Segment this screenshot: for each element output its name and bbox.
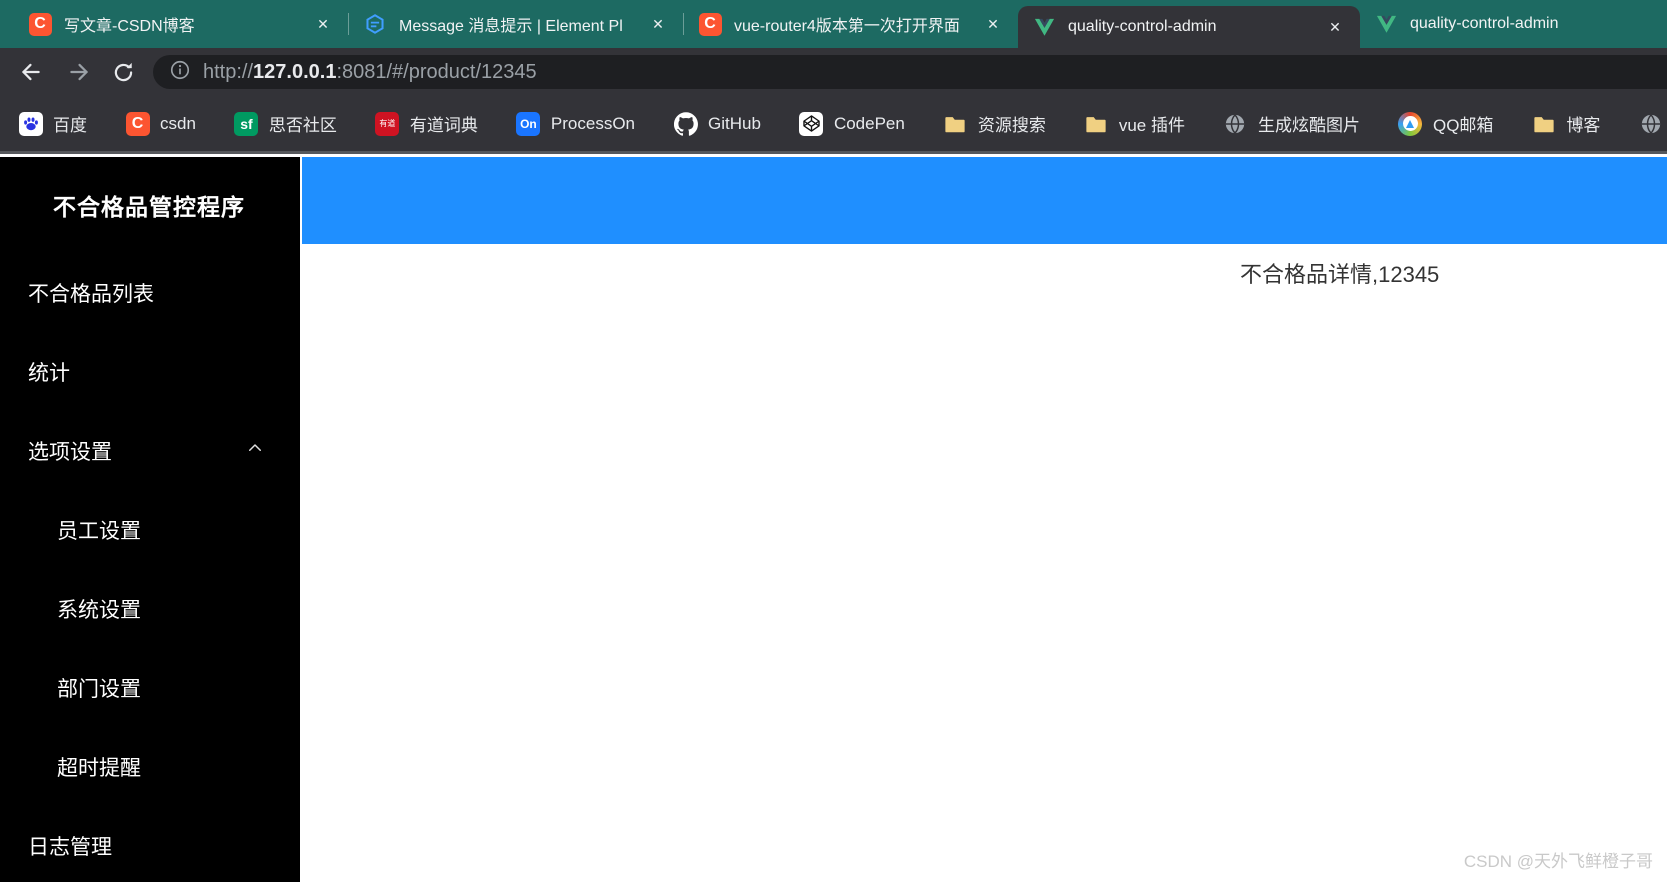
sidebar-item-system-settings[interactable]: 系统设置 [0, 569, 300, 648]
sidebar-item-label: 系统设置 [57, 598, 141, 622]
tab-csdn-editor[interactable]: C 写文章-CSDN博客 ✕ [14, 0, 348, 48]
close-icon[interactable]: ✕ [312, 13, 334, 35]
qqmail-icon [1398, 111, 1423, 136]
bookmark-label: csdn [160, 113, 196, 133]
sidebar-item-log-management[interactable]: 日志管理 [0, 806, 300, 882]
sidebar-item-department-settings[interactable]: 部门设置 [0, 648, 300, 727]
element-plus-icon [363, 12, 387, 36]
browser-toolbar: http://127.0.0.1:8081/#/product/12345 [0, 48, 1667, 96]
bookmark-label: 有道词典 [409, 116, 478, 135]
folder-icon [1531, 111, 1556, 136]
bookmark-processon[interactable]: On ProcessOn [516, 111, 635, 136]
app-header-bar [302, 157, 1667, 244]
globe-icon [1638, 111, 1663, 136]
sidebar-item-defect-list[interactable]: 不合格品列表 [0, 253, 300, 332]
chevron-up-icon[interactable] [246, 439, 264, 463]
back-arrow-icon[interactable] [16, 57, 46, 87]
bookmark-label: 百度 [53, 116, 87, 135]
sidebar-item-label: 日志管理 [28, 835, 112, 859]
youdao-icon: 有道 [375, 111, 400, 136]
bookmark-label: GitHub [708, 113, 761, 133]
sidebar-item-label: 选项设置 [28, 440, 112, 464]
sidebar-item-label: 超时提醒 [57, 756, 141, 780]
tab-title: Message 消息提示 | Element Pl [399, 18, 623, 35]
segmentfault-icon: sf [234, 111, 259, 136]
github-icon [673, 111, 698, 136]
tab-title: vue-router4版本第一次打开界面 [734, 18, 960, 35]
bookmark-blog[interactable]: 博客 [1531, 111, 1600, 136]
bookmark-cool-image-generator[interactable]: 生成炫酷图片 [1223, 111, 1360, 136]
sidebar-item-option-settings[interactable]: 选项设置 [0, 411, 300, 490]
address-bar[interactable]: http://127.0.0.1:8081/#/product/12345 [153, 55, 1667, 89]
info-icon[interactable] [169, 59, 191, 86]
url-text: http://127.0.0.1:8081/#/product/12345 [203, 60, 537, 83]
bookmark-label: QQ邮箱 [1432, 116, 1494, 135]
bookmark-segmentfault[interactable]: sf 思否社区 [234, 111, 337, 136]
bookmark-label: 生成炫酷图片 [1257, 116, 1360, 135]
csdn-watermark: CSDN @天外飞鲜橙子哥 [1463, 852, 1653, 871]
tab-title: quality-control-admin [1410, 15, 1559, 32]
tab-quality-control-admin-active[interactable]: quality-control-admin ✕ [1018, 6, 1360, 48]
bookmark-label: 博客 [1566, 116, 1601, 135]
bookmark-label: 思否社区 [268, 116, 337, 135]
bookmark-pycharm[interactable]: PyCharm [1638, 111, 1667, 136]
tab-strip: C 写文章-CSDN博客 ✕ Message 消息提示 | Element Pl… [0, 0, 1667, 48]
bookmark-qqmail[interactable]: QQ邮箱 [1398, 111, 1493, 136]
vue-icon [1032, 15, 1056, 39]
codepen-icon [799, 111, 824, 136]
tab-quality-control-admin-2[interactable]: quality-control-admin [1360, 0, 1667, 48]
vue-icon [1374, 12, 1398, 36]
bookmark-label: vue 插件 [1118, 116, 1185, 135]
sidebar-item-timeout-reminder[interactable]: 超时提醒 [0, 727, 300, 806]
app-title: 不合格品管控程序 [53, 194, 245, 220]
csdn-icon: C [28, 12, 52, 36]
main-content: 不合格品详情,12345 CSDN @天外飞鲜橙子哥 [300, 157, 1667, 882]
tab-title: 写文章-CSDN博客 [64, 18, 195, 35]
bookmark-baidu[interactable]: 百度 [18, 111, 87, 136]
forward-arrow-icon[interactable] [64, 57, 94, 87]
globe-icon [1223, 111, 1248, 136]
sidebar-item-statistics[interactable]: 统计 [0, 332, 300, 411]
sidebar-item-label: 部门设置 [57, 677, 141, 701]
tab-element-plus-docs[interactable]: Message 消息提示 | Element Pl ✕ [349, 0, 683, 48]
bookmarks-bar: 百度 C csdn sf 思否社区 有道 有道词典 On ProcessOn G… [0, 96, 1667, 154]
processon-icon: On [516, 111, 541, 136]
bookmark-csdn[interactable]: C csdn [125, 111, 196, 136]
defect-detail-text: 不合格品详情,12345 [1240, 262, 1440, 287]
csdn-icon: C [698, 12, 722, 36]
bookmark-label: CodePen [833, 113, 905, 133]
close-icon[interactable]: ✕ [1324, 16, 1346, 38]
tab-vue-router-article[interactable]: C vue-router4版本第一次打开界面 ✕ [684, 0, 1018, 48]
reload-icon[interactable] [108, 57, 138, 87]
sidebar-item-label: 统计 [28, 361, 70, 385]
folder-icon [1084, 111, 1109, 136]
baidu-icon [18, 111, 43, 136]
sidebar-item-label: 不合格品列表 [28, 282, 154, 306]
bookmark-github[interactable]: GitHub [673, 111, 761, 136]
web-page: 不合格品管控程序 不合格品列表 统计 选项设置 员工设置 系统设置 部门设置 超… [0, 157, 1667, 882]
bookmark-label: ProcessOn [550, 113, 636, 133]
bookmark-label: 资源搜索 [977, 116, 1046, 135]
sidebar-item-label: 员工设置 [57, 519, 141, 543]
bookmark-youdao[interactable]: 有道 有道词典 [375, 111, 478, 136]
app-sidebar: 不合格品管控程序 不合格品列表 统计 选项设置 员工设置 系统设置 部门设置 超… [0, 157, 300, 882]
browser-window: C 写文章-CSDN博客 ✕ Message 消息提示 | Element Pl… [0, 0, 1667, 882]
csdn-icon: C [125, 111, 150, 136]
close-icon[interactable]: ✕ [982, 13, 1004, 35]
bookmark-codepen[interactable]: CodePen [799, 111, 905, 136]
folder-icon [943, 111, 968, 136]
tab-title: quality-control-admin [1068, 18, 1217, 35]
bookmark-vue-plugins[interactable]: vue 插件 [1084, 111, 1185, 136]
close-icon[interactable]: ✕ [647, 13, 669, 35]
sidebar-item-staff-settings[interactable]: 员工设置 [0, 490, 300, 569]
bookmark-resource-search[interactable]: 资源搜索 [943, 111, 1046, 136]
